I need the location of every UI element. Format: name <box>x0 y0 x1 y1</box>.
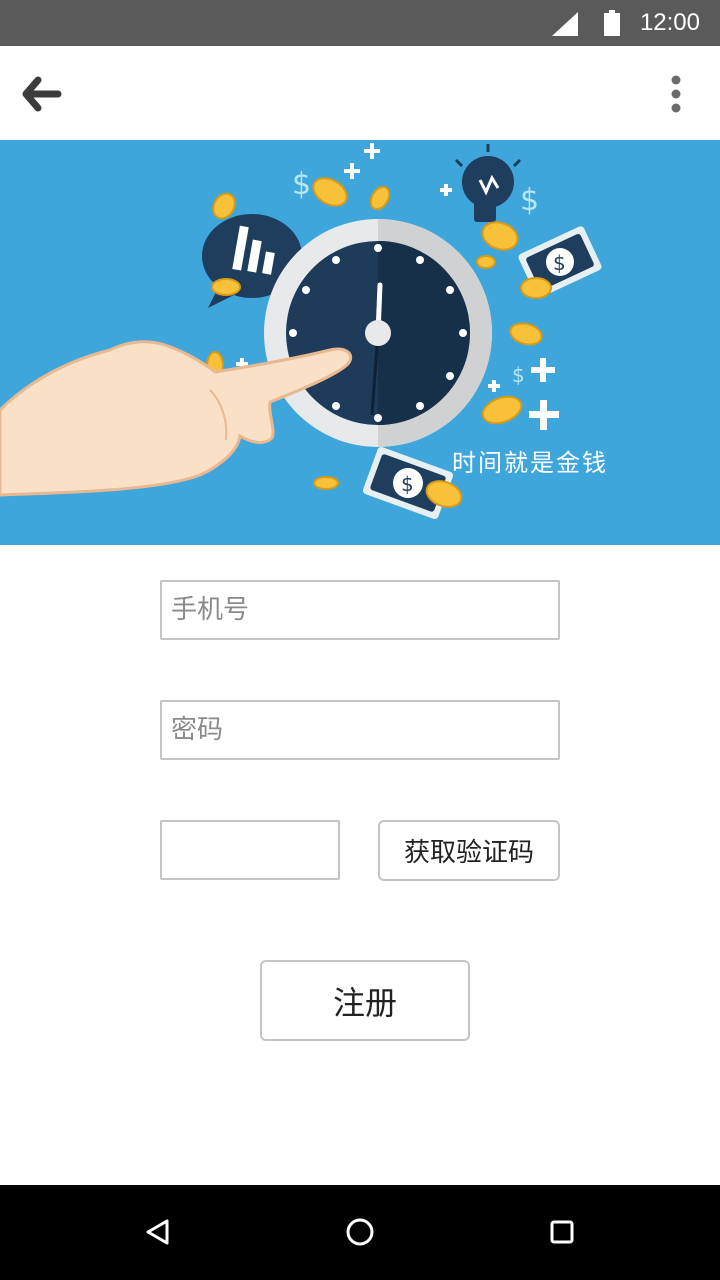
svg-text:$: $ <box>520 183 539 218</box>
back-button[interactable] <box>16 72 66 116</box>
signal-icon <box>552 12 578 36</box>
password-input[interactable] <box>160 700 560 760</box>
banner-illustration: $ $ $ $ $ <box>0 143 602 520</box>
svg-text:$: $ <box>512 363 525 387</box>
svg-text:$: $ <box>292 167 311 202</box>
overflow-menu-button[interactable] <box>656 72 696 116</box>
battery-icon <box>604 10 620 36</box>
banner-image: $ $ $ $ $ 时间就是金钱 <box>0 140 720 545</box>
clock-icon <box>264 219 492 447</box>
nav-recents-button[interactable] <box>537 1207 587 1257</box>
banner-caption: 时间就是金钱 <box>452 449 608 477</box>
hand-illustration <box>0 340 353 497</box>
phone-number-input[interactable] <box>160 580 560 640</box>
arrow-back-icon <box>22 76 62 112</box>
back-triangle-icon <box>146 1219 169 1245</box>
recents-square-icon <box>550 1220 574 1244</box>
svg-text:$: $ <box>401 472 414 496</box>
status-bar: 12:00 <box>0 0 720 46</box>
nav-home-button[interactable] <box>335 1207 385 1257</box>
more-vert-icon <box>671 75 681 113</box>
app-bar <box>0 46 720 140</box>
verification-code-input[interactable] <box>160 820 340 880</box>
svg-text:$: $ <box>553 251 566 275</box>
home-circle-icon <box>346 1218 374 1246</box>
lightbulb-icon <box>454 144 522 222</box>
status-time: 12:00 <box>639 9 700 36</box>
system-nav-bar <box>0 1185 720 1280</box>
nav-back-button[interactable] <box>133 1207 183 1257</box>
get-verification-code-button[interactable]: 获取验证码 <box>378 820 560 881</box>
register-button[interactable]: 注册 <box>260 960 470 1041</box>
